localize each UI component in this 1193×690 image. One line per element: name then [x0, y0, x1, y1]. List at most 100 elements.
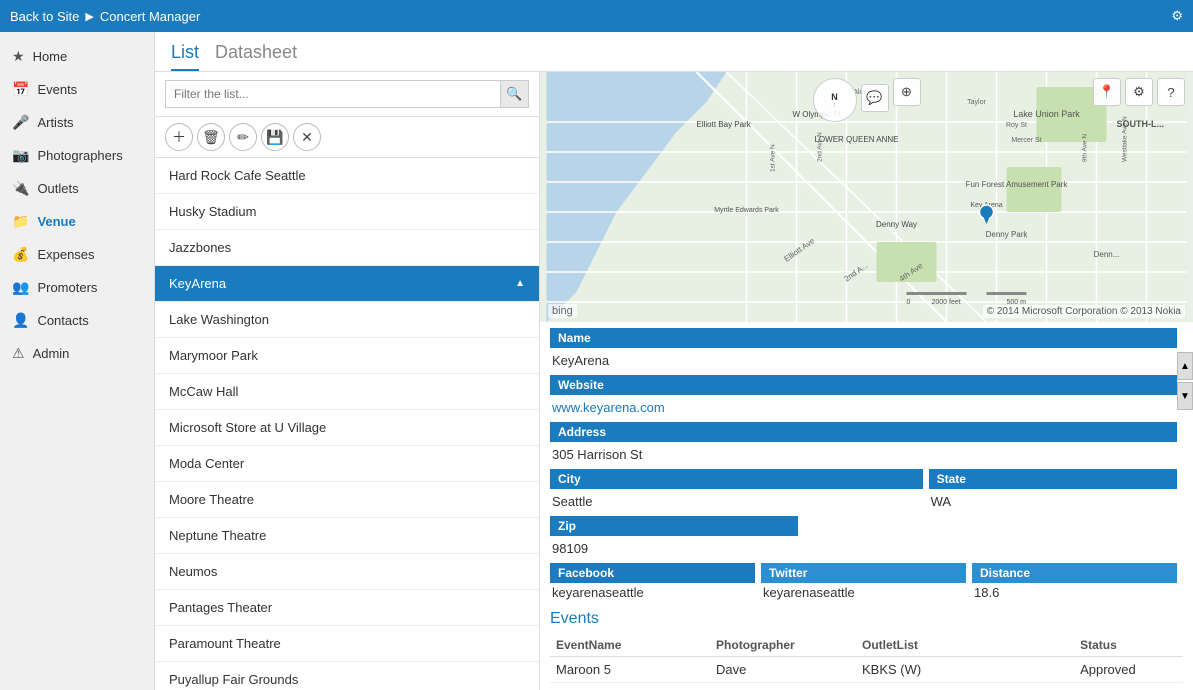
sidebar-label-admin: Admin	[33, 346, 70, 361]
venue-item-mccaw[interactable]: McCaw Hall	[155, 374, 539, 410]
back-to-site-link[interactable]: Back to Site	[10, 9, 79, 24]
venue-item-microsoft[interactable]: Microsoft Store at U Village	[155, 410, 539, 446]
sidebar-label-artists: Artists	[37, 115, 73, 130]
venue-name: Paramount Theatre	[169, 636, 281, 651]
svg-text:Lake Union Park: Lake Union Park	[1013, 109, 1080, 119]
event-photographer: Dave	[710, 683, 856, 690]
distance-value: 18.6	[972, 582, 999, 603]
venue-item-paramount[interactable]: Paramount Theatre	[155, 626, 539, 662]
website-value[interactable]: www.keyarena.com	[550, 397, 1177, 418]
svg-text:Denny Park: Denny Park	[986, 230, 1029, 239]
venue-name: Marymoor Park	[169, 348, 258, 363]
edit-icon: ✏	[237, 129, 249, 146]
facebook-value: keyarenaseattle	[550, 582, 644, 603]
venue-name: Moda Center	[169, 456, 244, 471]
venue-item-pantages[interactable]: Pantages Theater	[155, 590, 539, 626]
map-settings-button[interactable]: ⚙	[1125, 78, 1153, 106]
address-field: Address 305 Harrison St	[550, 422, 1177, 465]
sidebar-item-home[interactable]: ★ Home	[0, 40, 154, 73]
sidebar-item-promoters[interactable]: 👥 Promoters	[0, 271, 154, 304]
map-help-button[interactable]: ?	[1157, 78, 1185, 106]
map-pin-button[interactable]: 📍	[1093, 78, 1121, 106]
venue-name: Neumos	[169, 564, 217, 579]
social-row: Facebook keyarenaseattle Twitter keyaren…	[540, 563, 1193, 606]
zip-spacer	[804, 516, 1177, 559]
tab-datasheet[interactable]: Datasheet	[215, 42, 297, 71]
list-panel: 🔍 ＋ 🗑 ✏ 💾 ✕ Hard Rock Cafe Seattle Husky Stad…	[155, 72, 540, 690]
venue-name: Microsoft Store at U Village	[169, 420, 326, 435]
svg-text:Fun Forest Amusement Park: Fun Forest Amusement Park	[966, 180, 1069, 189]
svg-text:Denn...: Denn...	[1094, 250, 1120, 259]
search-input[interactable]	[165, 80, 501, 108]
city-value: Seattle	[550, 491, 923, 512]
venue-item-marymoor[interactable]: Marymoor Park	[155, 338, 539, 374]
event-status: Approved	[1074, 657, 1183, 683]
venue-item-husky[interactable]: Husky Stadium	[155, 194, 539, 230]
artists-icon: 🎤	[12, 114, 29, 131]
sidebar-item-events[interactable]: 📅 Events	[0, 73, 154, 106]
venue-item-keyarena[interactable]: KeyArena ▲	[155, 266, 539, 302]
venue-name: McCaw Hall	[169, 384, 238, 399]
events-table-header: EventNamePhotographerOutletListStatus	[550, 634, 1183, 657]
address-label: Address	[550, 422, 1177, 442]
sidebar-label-events: Events	[37, 82, 77, 97]
venue-item-neumos[interactable]: Neumos	[155, 554, 539, 590]
sidebar-item-contacts[interactable]: 👤 Contacts	[0, 304, 154, 337]
venue-name: Hard Rock Cafe Seattle	[169, 168, 306, 183]
layout: ★ Home📅 Events🎤 Artists📷 Photographers🔌 …	[0, 32, 1193, 690]
delete-button[interactable]: 🗑	[197, 123, 225, 151]
venue-name: Pantages Theater	[169, 600, 272, 615]
detail-scroll-controls: ▲ ▼	[1177, 352, 1193, 410]
add-icon: ＋	[172, 127, 186, 147]
cancel-button[interactable]: ✕	[293, 123, 321, 151]
svg-text:SOUTH-L...: SOUTH-L...	[1117, 119, 1165, 129]
delete-icon: 🗑	[202, 129, 220, 146]
edit-button[interactable]: ✏	[229, 123, 257, 151]
add-button[interactable]: ＋	[165, 123, 193, 151]
venue-item-lakewashington[interactable]: Lake Washington	[155, 302, 539, 338]
scroll-down-button[interactable]: ▼	[1177, 382, 1193, 410]
venue-item-neptune[interactable]: Neptune Theatre	[155, 518, 539, 554]
name-field-row: Name KeyArena	[540, 322, 1193, 375]
state-value: WA	[929, 491, 1177, 512]
map-zoom-in-button[interactable]: ⊕	[893, 78, 921, 106]
sidebar-item-venue[interactable]: 📁 Venue	[0, 205, 154, 238]
tab-list[interactable]: List	[171, 42, 199, 71]
sidebar-item-expenses[interactable]: 💰 Expenses	[0, 238, 154, 271]
venue-item-moore[interactable]: Moore Theatre	[155, 482, 539, 518]
svg-text:0: 0	[907, 299, 911, 306]
app-title: Concert Manager	[100, 9, 200, 24]
map-chat-button[interactable]: 💬	[861, 84, 889, 112]
event-event: Maroon 5	[550, 657, 710, 683]
state-label: State	[929, 469, 1177, 489]
save-button[interactable]: 💾	[261, 123, 289, 151]
events-col-photographer: Photographer	[710, 634, 856, 657]
collapse-icon: ▲	[515, 278, 525, 289]
search-button[interactable]: 🔍	[501, 80, 529, 108]
venue-item-moda[interactable]: Moda Center	[155, 446, 539, 482]
zip-value: 98109	[550, 538, 798, 559]
venue-item-jazzbones[interactable]: Jazzbones	[155, 230, 539, 266]
city-label: City	[550, 469, 923, 489]
sidebar-item-artists[interactable]: 🎤 Artists	[0, 106, 154, 139]
sidebar-item-photographers[interactable]: 📷 Photographers	[0, 139, 154, 172]
svg-text:Taylor: Taylor	[967, 99, 986, 106]
venue-list: Hard Rock Cafe Seattle Husky StadiumJazzb…	[155, 158, 539, 690]
separator-icon: ▶	[85, 10, 93, 23]
sidebar-item-outlets[interactable]: 🔌 Outlets	[0, 172, 154, 205]
website-field: Website www.keyarena.com	[550, 375, 1177, 418]
scroll-up-button[interactable]: ▲	[1177, 352, 1193, 380]
sidebar: ★ Home📅 Events🎤 Artists📷 Photographers🔌 …	[0, 32, 155, 690]
twitter-field: Twitter keyarenaseattle	[761, 563, 966, 600]
gear-icon[interactable]: ⚙	[1171, 8, 1183, 24]
promoters-icon: 👥	[12, 279, 29, 296]
cancel-icon: ✕	[301, 129, 313, 146]
map-compass[interactable]: N ↑	[813, 78, 857, 122]
admin-icon: ⚠	[12, 345, 25, 362]
venue-name: Lake Washington	[169, 312, 269, 327]
venue-item-puyallup[interactable]: Puyallup Fair Grounds	[155, 662, 539, 690]
sidebar-label-expenses: Expenses	[37, 247, 94, 262]
facebook-label: Facebook	[550, 563, 755, 583]
sidebar-item-admin[interactable]: ⚠ Admin	[0, 337, 154, 370]
venue-item-hardrock[interactable]: Hard Rock Cafe Seattle	[155, 158, 539, 194]
